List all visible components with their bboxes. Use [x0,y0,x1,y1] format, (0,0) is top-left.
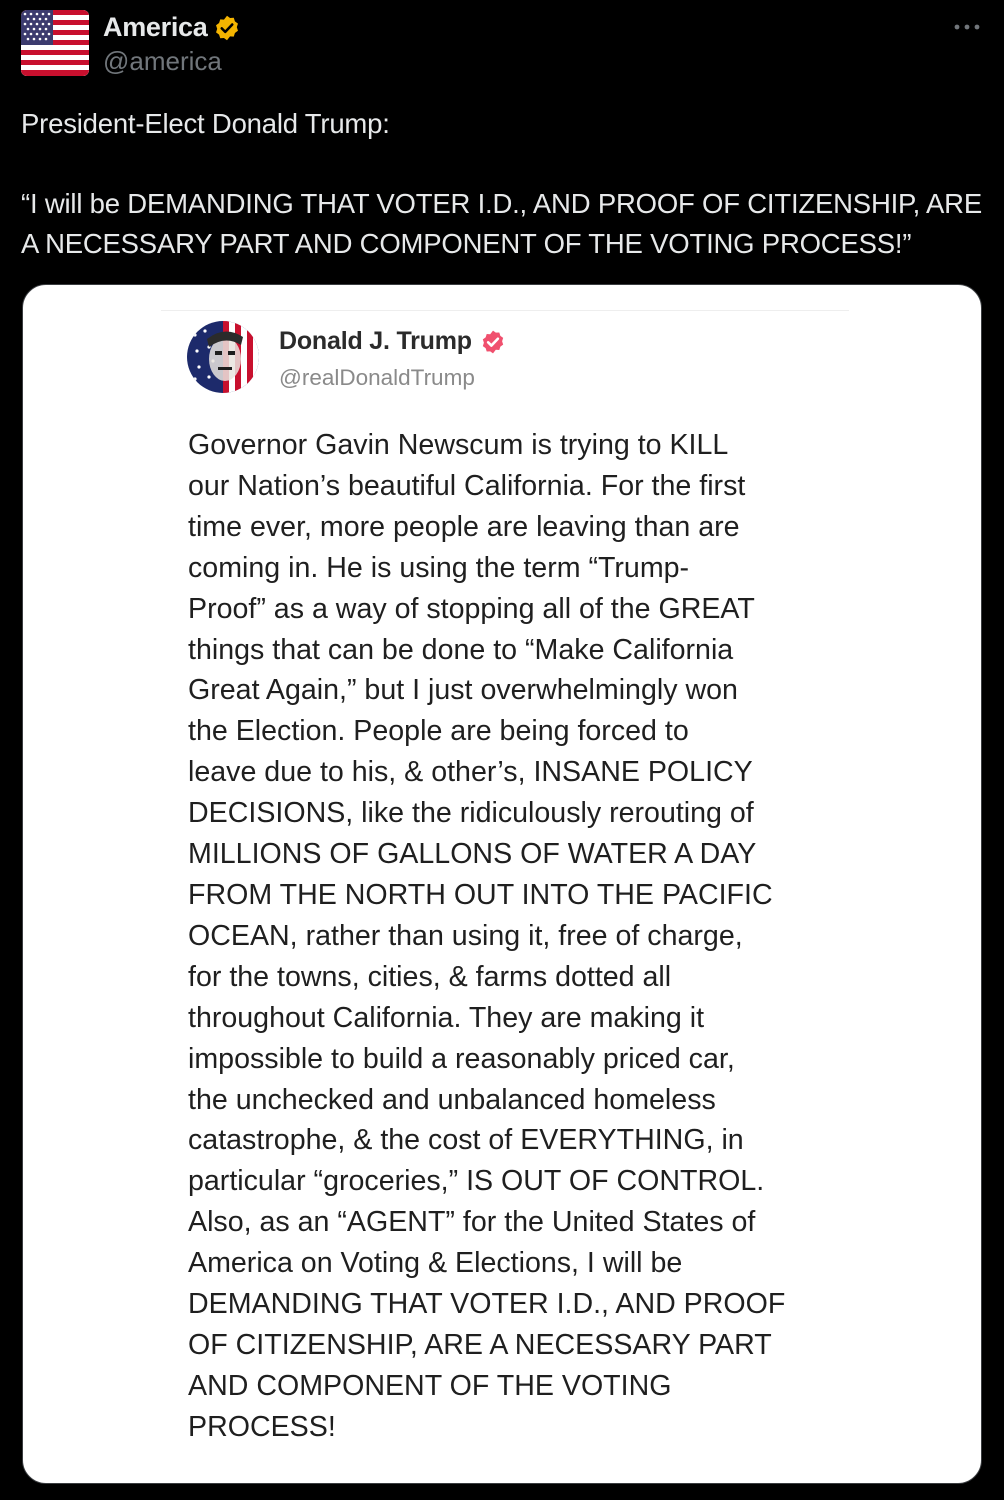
divider [161,310,849,311]
post-line: OCEAN, rather than using it, free of cha… [188,919,743,952]
post-line: our Nation’s beautiful California. For t… [188,469,746,502]
post-line: PROCESS! [188,1410,336,1443]
post-line: catastrophe, & the cost of EVERYTHING, i… [188,1124,744,1157]
pink-verified-icon [480,329,506,355]
gold-verified-icon[interactable] [213,14,241,42]
post-line: Also, as an “AGENT” for the United State… [188,1206,756,1239]
post-line: AND COMPONENT OF THE VOTING [188,1369,672,1402]
post-line: leave due to his, & other’s, INSANE POLI… [188,756,753,789]
tweet-media-image[interactable]: Donald J. Trump @realDonaldTrump Governo… [22,284,982,1484]
post-line: FROM THE NORTH OUT INTO THE PACIFIC [188,878,773,911]
post-line: OF CITIZENSHIP, ARE A NECESSARY PART [188,1328,772,1361]
post-line: America on Voting & Elections, I will be [188,1247,683,1280]
tweet-text: President-Elect Donald Trump: “I will be… [21,104,991,264]
post-line: Governor Gavin Newscum is trying to KILL [188,429,729,461]
post-line: DECISIONS, like the ridiculously rerouti… [188,797,754,830]
post-line: MILLIONS OF GALLONS OF WATER A DAY [188,838,757,871]
post-line: particular “groceries,” IS OUT OF CONTRO… [188,1165,765,1198]
author-handle[interactable]: @america [103,46,222,77]
embedded-display-name: Donald J. Trump [279,327,472,355]
embedded-post-body: Governor Gavin Newscum is trying to KILL… [188,425,828,1448]
us-flag-icon[interactable] [21,10,89,76]
post-line: the unchecked and unbalanced homeless [188,1083,716,1116]
post-line: time ever, more people are leaving than … [188,510,740,543]
tweet-quote-line-2: A NECESSARY PART AND COMPONENT OF THE VO… [21,228,912,259]
tweet-quote-line-1: “I will be DEMANDING THAT VOTER I.D., AN… [21,188,982,219]
author-display-name[interactable]: America [103,12,208,43]
post-line: the Election. People are being forced to [188,715,689,748]
tweet-header: America @america [0,0,1004,90]
tweet-line-intro: President-Elect Donald Trump: [21,108,390,139]
embedded-name-row: Donald J. Trump [279,327,506,356]
author-name-row: America [103,12,241,43]
more-horizontal-icon[interactable] [952,16,982,38]
post-line: DEMANDING THAT VOTER I.D., AND PROOF [188,1288,786,1321]
post-line: throughout California. They are making i… [188,1001,705,1034]
post-line: coming in. He is using the term “Trump- [188,551,690,584]
post-line: things that can be done to “Make Califor… [188,633,734,666]
trump-avatar [187,321,259,393]
post-line: impossible to build a reasonably priced … [188,1042,735,1075]
embedded-handle: @realDonaldTrump [279,365,475,390]
post-line: Great Again,” but I just overwhelmingly … [188,674,738,707]
post-line: for the towns, cities, & farms dotted al… [188,960,672,993]
post-line: Proof” as a way of stopping all of the G… [188,592,755,625]
